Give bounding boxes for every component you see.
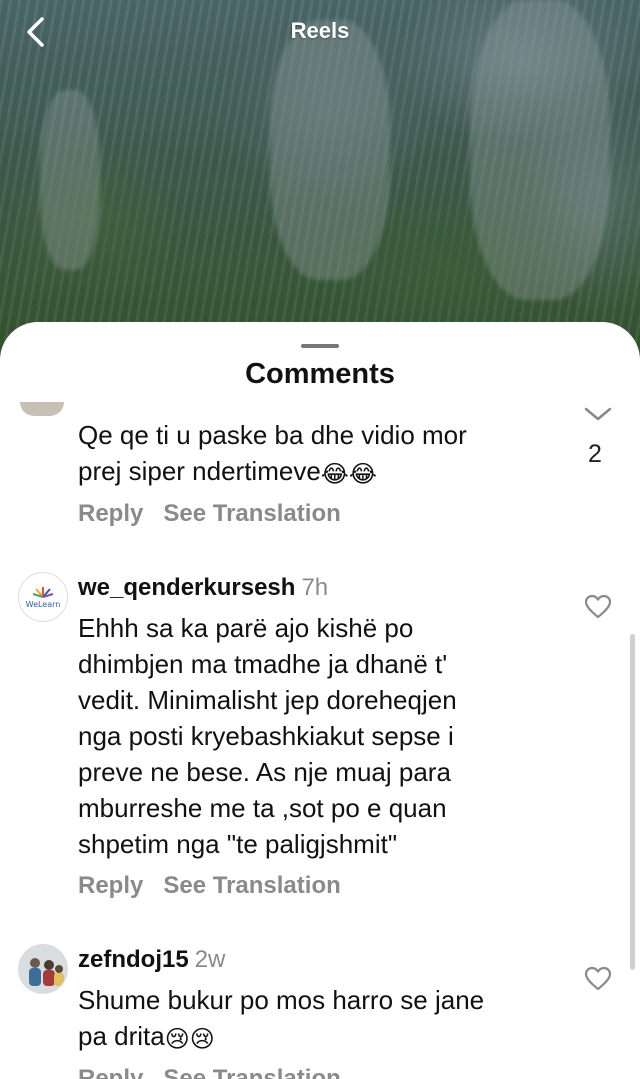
scrollbar[interactable] [630, 634, 635, 970]
see-translation-button[interactable]: See Translation [163, 872, 340, 899]
crying-emoji: 😢😢 [164, 1026, 215, 1053]
like-button[interactable] [584, 594, 612, 620]
chevron-down-icon[interactable] [583, 406, 613, 422]
drag-handle[interactable] [301, 344, 339, 348]
comment-actions: Reply See Translation [78, 500, 341, 528]
comment-text: Qe qe ti u paske ba dhe vidio mor prej s… [78, 417, 467, 493]
see-translation-button[interactable]: See Translation [163, 500, 340, 527]
heart-icon [584, 594, 612, 619]
avatar[interactable] [18, 944, 68, 994]
laughing-emoji: 😂😂 [320, 461, 377, 488]
comment-username[interactable]: zefndoj15 2w [78, 946, 225, 974]
avatar[interactable]: WeLearn [18, 572, 68, 622]
reply-button[interactable]: Reply [78, 872, 143, 899]
see-translation-button[interactable]: See Translation [163, 1065, 340, 1079]
reply-button[interactable]: Reply [78, 1065, 143, 1079]
comment-text: Ehhh sa ka parë ajo kishë po dhimbjen ma… [78, 613, 457, 859]
like-button[interactable] [584, 966, 612, 992]
reply-button[interactable]: Reply [78, 500, 143, 527]
comment-actions: Reply See Translation [78, 1065, 341, 1079]
welearn-logo-icon [32, 587, 54, 598]
comment-time: 7h [301, 574, 329, 601]
like-count: 2 [588, 440, 602, 468]
sheet-title: Comments [245, 358, 395, 390]
avatar[interactable] [20, 402, 64, 416]
comment-actions: Reply See Translation [78, 872, 341, 900]
comments-sheet: Comments Qe qe ti u paske ba dhe vidio m… [0, 322, 640, 1079]
group-photo-icon [19, 945, 67, 993]
comment-username[interactable]: we_qenderkursesh 7h [78, 574, 328, 602]
heart-icon [584, 966, 612, 991]
comment-time: 2w [194, 946, 226, 973]
comment-text: Shume bukur po mos harro se jane pa drit… [78, 982, 484, 1058]
top-bar: Reels [0, 0, 640, 64]
page-title: Reels [290, 18, 350, 43]
